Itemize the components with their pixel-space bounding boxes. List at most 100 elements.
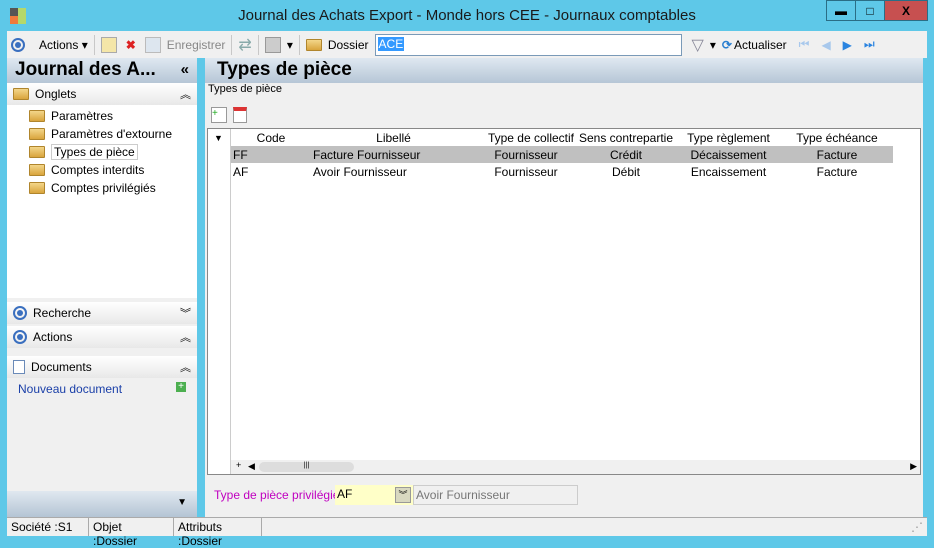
- menu-circle-icon[interactable]: [11, 37, 25, 52]
- status-societe: Société :S1: [7, 517, 89, 536]
- new-document-link[interactable]: Nouveau document +: [7, 378, 197, 400]
- minimize-button[interactable]: ▬: [826, 0, 856, 21]
- filter-dropdown-icon[interactable]: ▾: [710, 38, 716, 52]
- cell-type-collectif: Fournisseur: [494, 147, 558, 162]
- data-grid: ▼ Code Libellé Type de collectif Sens co…: [207, 128, 921, 475]
- circle-icon: [13, 306, 27, 320]
- print-icon[interactable]: [264, 36, 281, 53]
- column-header-type-reglement[interactable]: Type règlement: [676, 129, 781, 146]
- tree-label: Comptes interdits: [51, 163, 145, 177]
- column-header-type-collectif[interactable]: Type de collectif: [476, 129, 576, 146]
- last-record-icon[interactable]: ⏭: [864, 37, 875, 52]
- cell-reglement: Encaissement: [690, 164, 767, 179]
- cell-libelle: Avoir Fournisseur: [313, 164, 407, 179]
- section-actions[interactable]: Actions ︽: [7, 326, 197, 348]
- new-icon[interactable]: [100, 36, 117, 53]
- section-recherche[interactable]: Recherche ︾: [7, 302, 197, 324]
- tree-label: Paramètres d'extourne: [51, 127, 173, 141]
- chevron-down-icon[interactable]: ︾: [180, 305, 191, 321]
- horizontal-scrollbar[interactable]: + ◀ ||| ▶: [231, 460, 920, 474]
- folder-icon: [29, 182, 45, 194]
- column-header-sens-contrepartie[interactable]: Sens contrepartie: [576, 129, 676, 146]
- status-objet: Objet :Dossier: [89, 517, 174, 548]
- tree-item-parametres-extourne[interactable]: Paramètres d'extourne: [7, 125, 197, 143]
- panel-title-text: Journal des A...: [15, 59, 156, 80]
- filter-icon[interactable]: ▽: [692, 35, 704, 55]
- table-row[interactable]: FF Facture Fournisseur Fournisseur Crédi…: [231, 146, 893, 163]
- dossier-input[interactable]: ACE: [374, 33, 682, 56]
- grid-table: Code Libellé Type de collectif Sens cont…: [231, 129, 893, 180]
- resize-grip-icon[interactable]: ⋰: [262, 517, 927, 536]
- section-label: Onglets: [35, 87, 77, 101]
- separator: [298, 34, 300, 55]
- chevron-up-icon[interactable]: ︽: [180, 359, 191, 375]
- privileged-code: AF: [337, 487, 353, 501]
- window-title: Journal des Achats Export - Monde hors C…: [238, 7, 696, 24]
- collapse-panel-button[interactable]: «: [181, 58, 189, 83]
- cell-reglement: Décaissement: [690, 147, 767, 162]
- scroll-left-icon[interactable]: ◀: [248, 461, 255, 472]
- separator: [231, 34, 233, 55]
- tree-label: Paramètres: [51, 109, 114, 123]
- section-documents[interactable]: Documents ︽: [7, 356, 197, 378]
- refresh-icon[interactable]: ⟳: [722, 38, 732, 52]
- save-icon[interactable]: [144, 36, 161, 53]
- close-button[interactable]: X: [884, 0, 928, 21]
- chevron-up-icon[interactable]: ︽: [180, 329, 191, 345]
- grid-menu-icon[interactable]: ▼: [208, 129, 231, 474]
- print-dropdown-icon[interactable]: ▾: [287, 38, 293, 52]
- panel-dropdown-icon[interactable]: ▼: [7, 491, 197, 517]
- header-row: Code Libellé Type de collectif Sens cont…: [231, 129, 893, 146]
- column-header-type-echeance[interactable]: Type échéance: [781, 129, 893, 146]
- separator: [257, 34, 259, 55]
- refresh-button[interactable]: Actualiser: [734, 38, 787, 52]
- tree-item-comptes-interdits[interactable]: Comptes interdits: [7, 161, 197, 179]
- tree-item-comptes-privilegies[interactable]: Comptes privilégiés: [7, 179, 197, 197]
- sync-icon[interactable]: ⇄: [238, 35, 251, 55]
- cell-code: AF: [233, 164, 249, 179]
- folder-icon: [29, 128, 45, 140]
- table-row[interactable]: AF Avoir Fournisseur Fournisseur Débit E…: [231, 163, 893, 180]
- status-attributs: Attributs :Dossier: [174, 517, 262, 548]
- scroll-right-icon[interactable]: ▶: [910, 461, 917, 472]
- add-icon[interactable]: +: [236, 460, 241, 470]
- cell-type-collectif: Fournisseur: [494, 164, 558, 179]
- privileged-type-label: Type de pièce privilégié: [214, 488, 340, 502]
- folder-icon: [13, 88, 29, 100]
- section-label: Recherche: [33, 306, 92, 320]
- previous-record-icon[interactable]: ◀: [821, 38, 830, 52]
- dossier-value: ACE: [377, 36, 405, 51]
- circle-icon: [13, 330, 27, 344]
- actions-menu[interactable]: Actions ▾: [39, 38, 88, 52]
- column-header-code[interactable]: Code: [231, 129, 311, 146]
- chevron-up-icon[interactable]: ︽: [180, 86, 191, 102]
- folder-icon: [305, 38, 322, 51]
- panel-title: Journal des A... «: [7, 58, 197, 83]
- next-record-icon[interactable]: ▶: [843, 38, 852, 52]
- tree-item-parametres[interactable]: Paramètres: [7, 107, 197, 125]
- cell-code: FF: [233, 147, 248, 162]
- tree-item-types-de-piece[interactable]: Types de pièce: [7, 143, 197, 161]
- scroll-thumb[interactable]: |||: [259, 462, 354, 472]
- folder-icon: [29, 164, 45, 176]
- first-record-icon[interactable]: ⏮: [799, 37, 810, 52]
- section-label: Documents: [31, 360, 92, 374]
- folder-icon: [29, 110, 45, 122]
- tree-label: Comptes privilégiés: [51, 181, 156, 195]
- chevron-down-icon[interactable]: ︾: [395, 487, 411, 503]
- section-onglets[interactable]: Onglets ︽: [7, 83, 197, 105]
- maximize-button[interactable]: □: [855, 0, 885, 21]
- add-icon[interactable]: +: [176, 382, 186, 392]
- title-bar: Journal des Achats Export - Monde hors C…: [0, 0, 934, 31]
- save-button[interactable]: Enregistrer: [167, 38, 226, 52]
- column-header-libelle[interactable]: Libellé: [311, 129, 476, 146]
- section-label: Actions: [33, 330, 73, 344]
- tree-label: Types de pièce: [51, 144, 138, 160]
- dossier-label: Dossier: [327, 37, 369, 52]
- delete-row-icon[interactable]: [233, 107, 247, 123]
- separator: [93, 34, 95, 55]
- delete-icon[interactable]: ✖: [123, 37, 139, 53]
- folder-open-icon: [29, 146, 45, 158]
- cell-sens: Débit: [611, 164, 640, 179]
- add-row-icon[interactable]: +: [211, 107, 227, 123]
